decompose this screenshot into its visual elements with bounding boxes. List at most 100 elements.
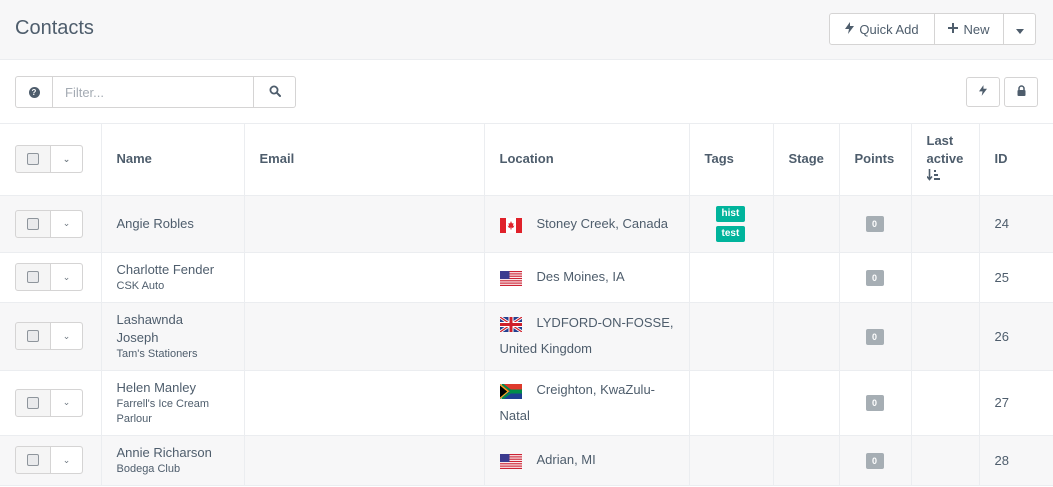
table-row[interactable]: ⌄ Helen Manley Farrell's Ice Cream Parlour… [0, 370, 1053, 436]
chevron-down-icon[interactable]: ⌄ [51, 264, 82, 290]
tags-cell [689, 302, 774, 371]
last-active-cell [911, 252, 980, 303]
location-text-line2: Natal [499, 407, 530, 423]
column-header-last-active[interactable]: Last active [911, 124, 980, 196]
row-select-control[interactable]: ⌄ [15, 388, 83, 417]
row-select-control[interactable]: ⌄ [15, 209, 83, 238]
location-text: Creighton, KwaZulu- [536, 381, 656, 397]
company-name[interactable]: Tam's Stationers [117, 347, 229, 362]
chevron-down-icon[interactable]: ⌄ [51, 447, 82, 473]
contact-name-link[interactable]: Helen Manley [117, 379, 222, 397]
company-name[interactable]: Bodega Club [117, 462, 229, 477]
select-all-cell: ⌄ [0, 124, 102, 196]
name-cell: Charlotte Fender CSK Auto [101, 252, 245, 303]
email-cell [244, 195, 485, 253]
row-checkbox[interactable] [27, 396, 39, 409]
table-row[interactable]: ⌄ Angie Robles Stoney Creek, Canada hist tes… [0, 195, 1053, 253]
new-button[interactable]: New [935, 13, 1004, 45]
points-badge: 0 [865, 395, 884, 411]
row-checkbox[interactable] [27, 330, 39, 342]
filter-input[interactable] [53, 76, 254, 108]
list-toolbar: ? [0, 60, 1053, 124]
company-name[interactable]: Farrell's Ice Cream Parlour [117, 397, 229, 427]
column-header-name[interactable]: Name [101, 124, 245, 196]
points-badge: 0 [865, 452, 884, 469]
points-cell: 0 [839, 195, 912, 253]
chevron-down-icon[interactable]: ⌄ [51, 210, 82, 237]
row-checkbox[interactable] [27, 271, 39, 283]
contact-name-link[interactable]: Charlotte Fender [117, 261, 222, 279]
table-row[interactable]: ⌄ Annie Richarson Bodega Club Adrian, MI 0 28 [0, 435, 1053, 486]
row-select-control[interactable]: ⌄ [15, 446, 83, 474]
name-cell: Angie Robles [101, 195, 245, 253]
caret-down-icon [1015, 22, 1024, 37]
points-cell: 0 [839, 435, 912, 486]
tags-cell: hist test [689, 195, 774, 253]
table-row[interactable]: ⌄ Charlotte Fender CSK Auto Des Moines, IA 0… [0, 252, 1053, 303]
row-checkbox[interactable] [27, 454, 39, 466]
column-header-email[interactable]: Email [244, 124, 485, 196]
column-header-tags[interactable]: Tags [689, 124, 774, 196]
last-active-cell [911, 435, 980, 486]
row-checkbox[interactable] [27, 217, 39, 230]
stage-cell [773, 195, 840, 253]
column-header-location[interactable]: Location [484, 124, 690, 196]
contact-name-link[interactable]: Lashawnda Joseph [117, 311, 222, 347]
contact-name-link[interactable]: Angie Robles [117, 215, 222, 233]
company-name[interactable]: CSK Auto [117, 279, 229, 294]
row-checkbox-wrap [16, 264, 51, 290]
header-button-group: Quick Add New [829, 13, 1036, 45]
tag-badge[interactable]: hist [715, 205, 746, 222]
column-header-id[interactable]: ID [979, 124, 1053, 196]
tag-badge[interactable]: test [715, 225, 746, 242]
location-cell: Des Moines, IA [484, 252, 690, 303]
south-africa-flag [499, 382, 523, 400]
canada-flag [499, 216, 522, 233]
bulk-actions-button[interactable] [966, 77, 1000, 107]
points-cell: 0 [839, 252, 912, 303]
row-checkbox-wrap [16, 447, 51, 473]
quick-add-button[interactable]: Quick Add [829, 13, 935, 45]
chevron-down-icon[interactable]: ⌄ [51, 389, 82, 416]
name-cell: Lashawnda Joseph Tam's Stationers [101, 302, 245, 371]
last-active-cell [911, 195, 980, 253]
stage-cell [773, 435, 840, 486]
chevron-down-icon[interactable]: ⌄ [51, 146, 82, 173]
location-cell: Creighton, KwaZulu- Natal [484, 370, 690, 436]
chevron-down-icon[interactable]: ⌄ [51, 323, 82, 349]
email-cell [244, 435, 485, 486]
page-header: Contacts Quick Add New [0, 0, 1053, 60]
row-select-cell: ⌄ [0, 302, 102, 371]
table-row[interactable]: ⌄ Lashawnda Joseph Tam's Stationers LYDFORD… [0, 302, 1053, 371]
column-header-points[interactable]: Points [839, 124, 912, 196]
bolt-icon [845, 21, 855, 37]
location-text-line2: United Kingdom [499, 341, 593, 356]
id-cell: 24 [979, 195, 1053, 253]
row-select-control[interactable]: ⌄ [15, 322, 83, 350]
points-cell: 0 [839, 302, 912, 371]
search-icon [269, 85, 281, 100]
location-cell: LYDFORD-ON-FOSSE, United Kingdom [484, 302, 690, 371]
plus-icon [948, 22, 959, 36]
new-dropdown-toggle[interactable] [1004, 13, 1036, 45]
contact-name-link[interactable]: Annie Richarson [117, 444, 222, 462]
points-badge: 0 [865, 328, 884, 345]
name-cell: Annie Richarson Bodega Club [101, 435, 245, 486]
row-select-cell: ⌄ [0, 252, 102, 303]
location-cell: Adrian, MI [484, 435, 690, 486]
usa-flag [499, 452, 522, 470]
question-circle-icon: ? [28, 86, 40, 98]
select-all-control[interactable]: ⌄ [15, 145, 83, 174]
filter-help-button[interactable]: ? [15, 76, 53, 108]
lock-filter-button[interactable] [1004, 77, 1038, 107]
stage-cell [773, 370, 840, 436]
stage-cell [773, 302, 840, 371]
contacts-table: ⌄ Name Email Location Tags Stage Points … [0, 124, 1053, 486]
row-select-control[interactable]: ⌄ [15, 263, 83, 291]
filter-search-button[interactable] [254, 76, 296, 108]
last-active-cell [911, 370, 980, 436]
tags-cell [689, 370, 774, 436]
column-header-stage[interactable]: Stage [773, 124, 840, 196]
points-cell: 0 [839, 370, 912, 436]
select-all-checkbox[interactable] [27, 153, 39, 166]
